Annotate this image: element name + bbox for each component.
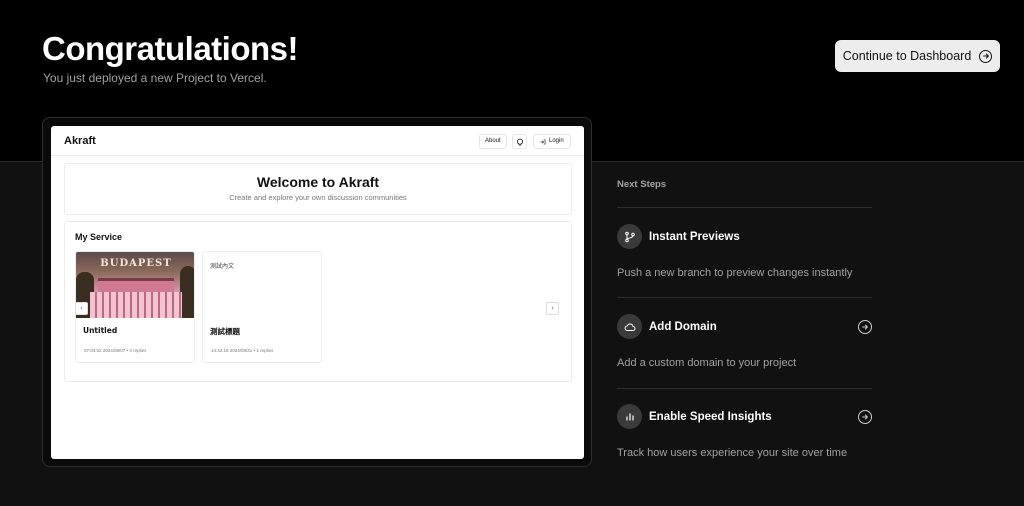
card-meta: 07:04:52 2024/09/07 • 0 replies [84,348,147,353]
step-title: Instant Previews [649,231,740,243]
card-title: Untitled [83,326,118,335]
github-icon [512,134,527,149]
chevron-right-icon: › [546,302,559,315]
step-add-domain[interactable]: Add Domain Add a custom domain to your p… [617,298,872,388]
preview-card: 測試內文 測試標題 14:42:18 2024/08/31 • 1 replie… [202,251,322,363]
preview-about-link: About [479,134,507,149]
git-branch-icon [617,224,642,249]
preview-section-title: My Service [75,232,123,242]
card-meta: 14:42:18 2024/08/31 • 1 replies [211,348,274,353]
preview-card: BUDAPEST Untitled 07:04:52 2024/09/07 • … [75,251,195,363]
card-thumbnail-image: BUDAPEST [76,252,194,318]
preview-screenshot: Akraft About Login Welcome to Akraft Cre… [51,126,584,459]
chevron-left-icon: ‹ [75,302,88,315]
arrow-right-circle-icon[interactable] [858,410,872,424]
card-body-text: 測試內文 [210,263,235,270]
step-enable-speed-insights[interactable]: Enable Speed Insights Track how users ex… [617,388,872,478]
deployment-preview[interactable]: Akraft About Login Welcome to Akraft Cre… [42,117,592,467]
login-icon [540,139,546,144]
cloud-icon [617,314,642,339]
preview-hero: Welcome to Akraft Create and explore you… [64,163,572,215]
thumbnail-sign-text: BUDAPEST [100,258,172,269]
preview-login-button: Login [533,134,571,149]
preview-navbar: Akraft About Login [51,126,584,156]
step-description: Add a custom domain to your project [617,357,797,369]
continue-to-dashboard-button[interactable]: Continue to Dashboard [835,40,1000,72]
arrow-right-circle-icon[interactable] [858,320,872,334]
preview-hero-title: Welcome to Akraft [256,174,380,190]
page-title: Congratulations! [42,30,298,67]
card-title: 測試標題 [210,327,240,336]
step-description: Track how users experience your site ove… [617,447,848,459]
preview-hero-subtitle: Create and explore your own discussion c… [229,193,407,202]
preview-logo: Akraft [64,135,96,147]
arrow-right-circle-icon [979,49,993,63]
next-steps-title: Next Steps [617,179,667,190]
preview-service-section: My Service BUDAPEST Untitled 07:04:52 20… [64,221,572,382]
step-title: Add Domain [649,321,717,333]
bar-chart-icon [617,404,642,429]
step-description: Push a new branch to preview changes ins… [617,267,853,279]
step-instant-previews[interactable]: Instant Previews Push a new branch to pr… [617,208,872,298]
step-title: Enable Speed Insights [649,411,772,423]
continue-button-label: Continue to Dashboard [842,49,972,63]
preview-login-label: Login [549,138,564,144]
page-subtitle: You just deployed a new Project to Verce… [43,71,267,85]
